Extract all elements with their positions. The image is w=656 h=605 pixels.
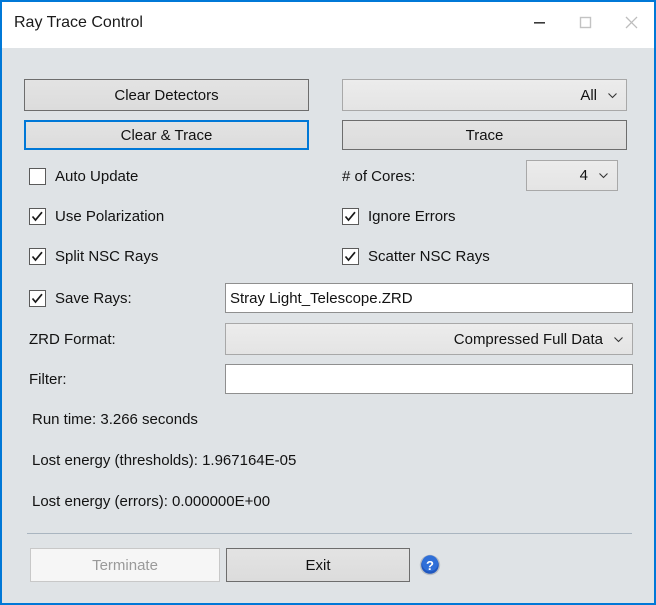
filter-input[interactable] — [225, 364, 633, 394]
auto-update-checkbox[interactable]: Auto Update — [29, 165, 138, 187]
use-polarization-label: Use Polarization — [55, 208, 164, 225]
lost-energy-errors-status: Lost energy (errors): 0.000000E+00 — [32, 493, 270, 510]
zrd-format-dropdown[interactable]: Compressed Full Data — [225, 323, 633, 355]
use-polarization-checkbox-box — [29, 208, 46, 225]
clear-detectors-button[interactable]: Clear Detectors — [24, 79, 309, 111]
run-time-status: Run time: 3.266 seconds — [32, 411, 198, 428]
minimize-button[interactable] — [516, 2, 562, 42]
terminate-button[interactable]: Terminate — [30, 548, 220, 582]
zrd-format-label: ZRD Format: — [29, 331, 116, 348]
auto-update-checkbox-box — [29, 168, 46, 185]
split-nsc-rays-label: Split NSC Rays — [55, 248, 158, 265]
chevron-down-icon — [598, 170, 609, 181]
save-rays-label: Save Rays: — [55, 290, 132, 307]
scatter-nsc-rays-label: Scatter NSC Rays — [368, 248, 490, 265]
detector-scope-value: All — [580, 87, 597, 104]
close-button[interactable] — [608, 2, 654, 42]
ray-trace-control-window: Ray Trace Control Clear Detectors Al — [0, 0, 656, 605]
cores-value: 4 — [580, 167, 588, 184]
footer-divider — [27, 533, 632, 534]
filter-label: Filter: — [29, 371, 67, 388]
auto-update-label: Auto Update — [55, 168, 138, 185]
lost-energy-thresholds-status: Lost energy (thresholds): 1.967164E-05 — [32, 452, 296, 469]
window-controls — [516, 2, 654, 42]
cores-label: # of Cores: — [342, 168, 415, 185]
terminate-label: Terminate — [92, 557, 158, 574]
exit-button[interactable]: Exit — [226, 548, 410, 582]
scatter-nsc-rays-checkbox[interactable]: Scatter NSC Rays — [342, 245, 490, 267]
clear-and-trace-label: Clear & Trace — [121, 127, 213, 144]
save-filename-input[interactable]: Stray Light_Telescope.ZRD — [225, 283, 633, 313]
cores-dropdown[interactable]: 4 — [526, 160, 618, 191]
chevron-down-icon — [607, 90, 618, 101]
close-icon — [624, 15, 639, 30]
exit-label: Exit — [305, 557, 330, 574]
check-icon — [31, 292, 44, 305]
use-polarization-checkbox[interactable]: Use Polarization — [29, 205, 164, 227]
save-rays-checkbox[interactable]: Save Rays: — [29, 287, 132, 309]
maximize-icon — [579, 16, 592, 29]
minimize-icon — [533, 16, 546, 29]
trace-label: Trace — [466, 127, 504, 144]
check-icon — [344, 210, 357, 223]
svg-text:?: ? — [426, 558, 434, 573]
save-filename-value: Stray Light_Telescope.ZRD — [230, 290, 413, 307]
chevron-down-icon — [613, 334, 624, 345]
check-icon — [31, 250, 44, 263]
check-icon — [31, 210, 44, 223]
help-button[interactable]: ? — [419, 554, 441, 576]
clear-detectors-label: Clear Detectors — [114, 87, 218, 104]
clear-and-trace-button[interactable]: Clear & Trace — [24, 120, 309, 150]
scatter-nsc-rays-checkbox-box — [342, 248, 359, 265]
ignore-errors-checkbox-box — [342, 208, 359, 225]
ignore-errors-checkbox[interactable]: Ignore Errors — [342, 205, 456, 227]
check-icon — [344, 250, 357, 263]
save-rays-checkbox-box — [29, 290, 46, 307]
help-icon: ? — [419, 554, 441, 576]
split-nsc-rays-checkbox[interactable]: Split NSC Rays — [29, 245, 158, 267]
title-bar: Ray Trace Control — [2, 2, 654, 48]
detector-scope-dropdown[interactable]: All — [342, 79, 627, 111]
trace-button[interactable]: Trace — [342, 120, 627, 150]
window-title: Ray Trace Control — [14, 14, 143, 32]
zrd-format-value: Compressed Full Data — [454, 331, 603, 348]
maximize-button[interactable] — [562, 2, 608, 42]
split-nsc-rays-checkbox-box — [29, 248, 46, 265]
ignore-errors-label: Ignore Errors — [368, 208, 456, 225]
